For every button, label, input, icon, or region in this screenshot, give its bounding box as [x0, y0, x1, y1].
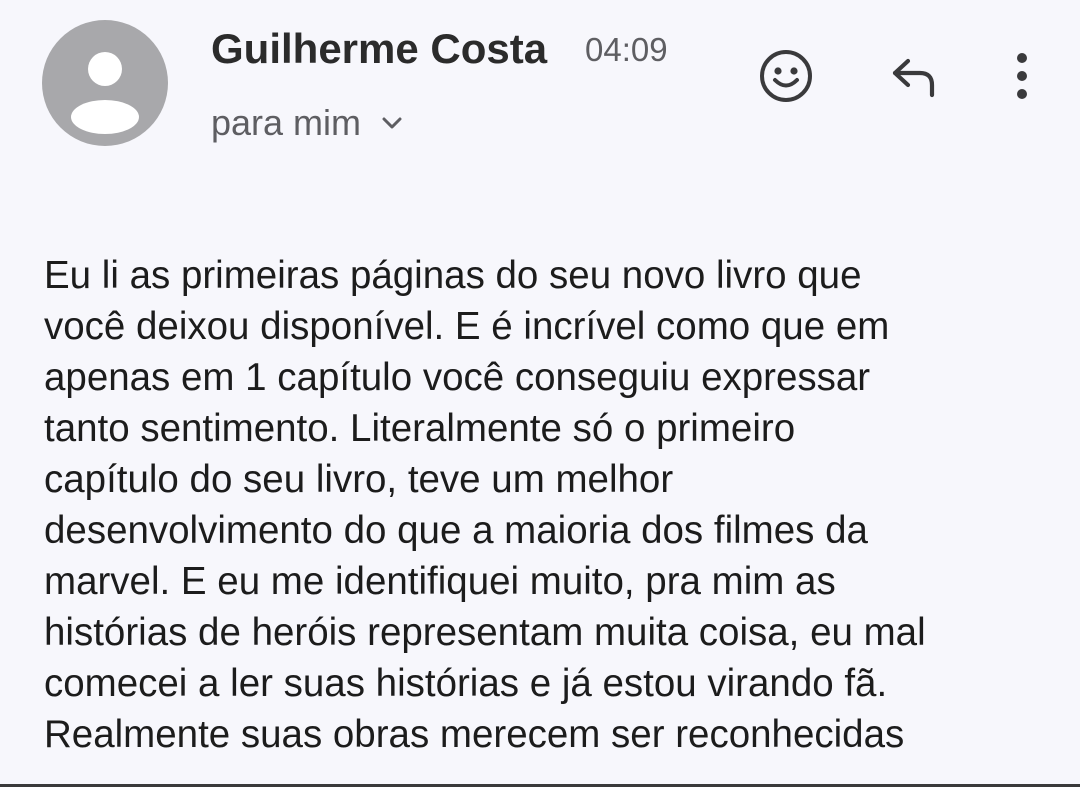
message-time: 04:09 [585, 31, 668, 68]
recipient-toggle[interactable]: para mim [211, 100, 405, 146]
emoji-smile-icon [760, 50, 812, 102]
more-options-button[interactable] [990, 44, 1054, 108]
person-avatar-icon [71, 52, 139, 134]
sender-avatar[interactable] [42, 20, 168, 146]
sender-name[interactable]: Guilherme Costa [211, 24, 547, 74]
reply-icon [892, 58, 935, 98]
reply-button[interactable] [881, 44, 945, 108]
message-body: Eu li as primeiras páginas do seu novo l… [44, 254, 926, 756]
react-emoji-button[interactable] [754, 44, 818, 108]
chevron-down-icon [382, 117, 402, 129]
more-vert-icon [1017, 53, 1027, 99]
recipient-label: para mim [211, 102, 362, 143]
